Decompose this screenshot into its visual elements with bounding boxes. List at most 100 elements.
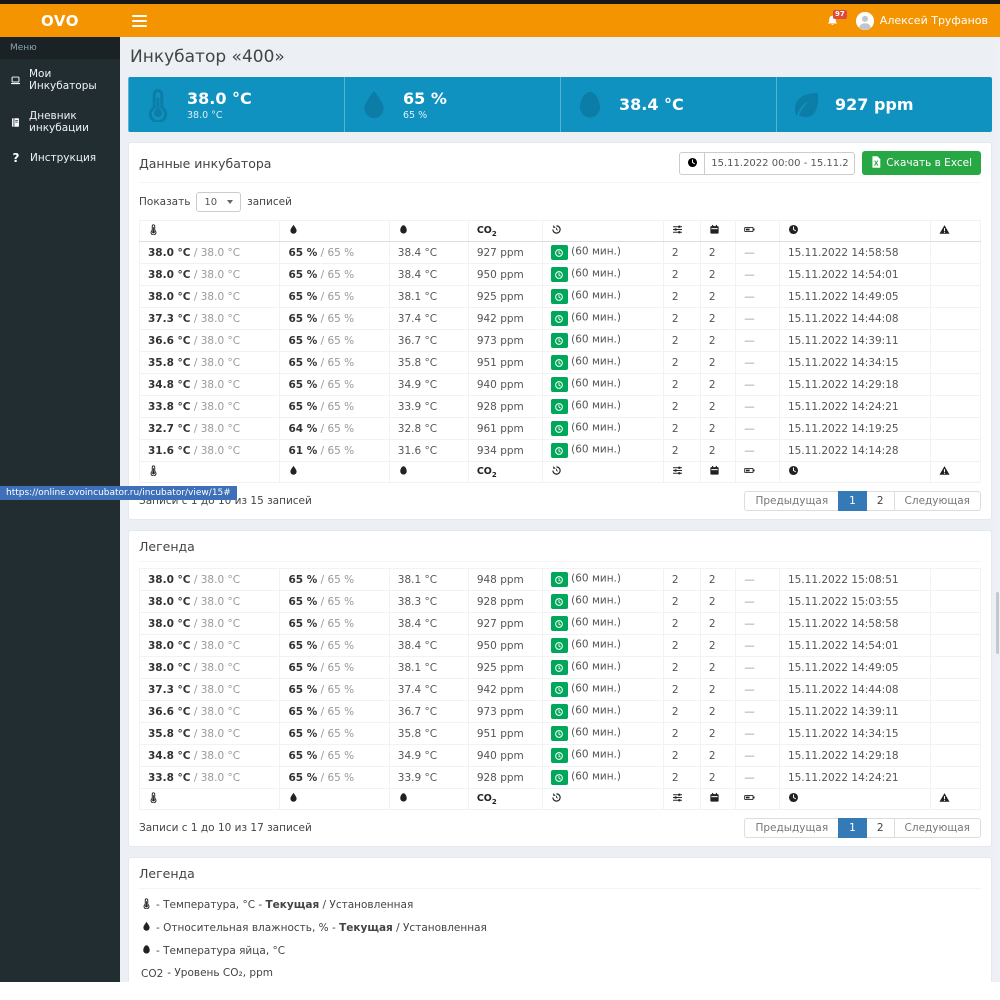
pagination-prev-button[interactable]: Предыдущая [744, 818, 839, 838]
cell-temperature: 33.8 °C / 38.0 °C [140, 767, 280, 789]
table-row: 34.8 °C / 38.0 °C 65 % / 65 % 34.9 °C 94… [140, 374, 981, 396]
calendar-icon [709, 792, 720, 803]
turn-on-badge [551, 616, 568, 631]
cell-battery: — [736, 569, 780, 591]
cell-humidity: 61 % / 65 % [280, 440, 389, 462]
pagination-page-1[interactable]: 1 [838, 491, 867, 511]
cell-datetime: 15.11.2022 14:39:11 [779, 701, 930, 723]
page-title: Инкубатор «400» [130, 47, 992, 67]
cell-datetime: 15.11.2022 14:34:15 [779, 352, 930, 374]
humidity-icon [288, 465, 299, 476]
cell-battery: — [736, 352, 780, 374]
top-navbar: OVO 97 Алексей Труфанов [0, 4, 1000, 37]
turn-on-badge [551, 289, 568, 304]
cell-errors [931, 396, 981, 418]
turn-on-badge [551, 333, 568, 348]
cell-egg-temperature: 38.1 °C [389, 569, 468, 591]
cell-errors [931, 418, 981, 440]
cell-errors [931, 701, 981, 723]
cell-program: 2 [663, 396, 700, 418]
cell-egg-temperature: 38.4 °C [389, 242, 468, 264]
download-excel-button[interactable]: Скачать в Excel [862, 151, 981, 175]
clock-icon [788, 792, 799, 803]
pagination-prev-button[interactable]: Предыдущая [744, 491, 839, 511]
cell-battery: — [736, 308, 780, 330]
cell-battery: — [736, 723, 780, 745]
humidity-icon [288, 792, 299, 803]
cell-datetime: 15.11.2022 15:03:55 [779, 591, 930, 613]
cell-incubation-day: 2 [700, 286, 735, 308]
pagination-page-2[interactable]: 2 [866, 818, 895, 838]
cell-egg-temperature: 35.8 °C [389, 352, 468, 374]
avatar [856, 12, 874, 30]
cell-datetime: 15.11.2022 14:54:01 [779, 264, 930, 286]
cell-auto-turn: (60 мин.) [542, 635, 663, 657]
cell-incubation-day: 2 [700, 635, 735, 657]
sidebar-item[interactable]: ? Инструкция [0, 143, 120, 173]
thermometer-icon [141, 88, 175, 122]
turn-on-badge [551, 726, 568, 741]
thermometer-icon [148, 792, 159, 803]
cell-egg-temperature: 36.7 °C [389, 701, 468, 723]
table-row: 34.8 °C / 38.0 °C 65 % / 65 % 34.9 °C 94… [140, 745, 981, 767]
calendar-icon [709, 465, 720, 476]
pagination-page-2[interactable]: 2 [866, 491, 895, 511]
cell-humidity: 65 % / 65 % [280, 591, 389, 613]
cell-incubation-day: 2 [700, 569, 735, 591]
table-row: 36.6 °C / 38.0 °C 65 % / 65 % 36.7 °C 97… [140, 330, 981, 352]
page-length-select[interactable]: 10 [196, 192, 241, 212]
sidebar-item[interactable]: Мои Инкубаторы [0, 59, 120, 101]
rotation-icon [551, 224, 562, 235]
cell-errors [931, 374, 981, 396]
cell-co2: 928 ppm [468, 767, 542, 789]
stat-subvalue: 38.0 °C [187, 110, 252, 121]
cell-battery: — [736, 242, 780, 264]
turn-on-badge [551, 399, 568, 414]
cell-co2: 950 ppm [468, 264, 542, 286]
program-icon [672, 792, 683, 803]
cell-program: 2 [663, 418, 700, 440]
cell-program: 2 [663, 591, 700, 613]
table-footer-row: CO2 [140, 789, 981, 810]
date-range-button[interactable] [679, 152, 705, 175]
battery-icon [744, 792, 755, 803]
cell-humidity: 65 % / 65 % [280, 374, 389, 396]
date-range-input[interactable] [705, 152, 855, 175]
cell-incubation-day: 2 [700, 767, 735, 789]
sidebar-toggle-button[interactable] [132, 15, 147, 27]
stat-card: 38.4 °C [560, 77, 776, 132]
cell-humidity: 65 % / 65 % [280, 745, 389, 767]
cell-auto-turn: (60 мин.) [542, 701, 663, 723]
pagination-page-1[interactable]: 1 [838, 818, 867, 838]
cell-temperature: 36.6 °C / 38.0 °C [140, 330, 280, 352]
co2-label: CO2 [477, 793, 497, 806]
cell-errors [931, 591, 981, 613]
stat-card: 927 ppm [776, 77, 992, 132]
pagination-next-button[interactable]: Следующая [894, 491, 981, 511]
cell-auto-turn: (60 мин.) [542, 330, 663, 352]
sidebar-menu-label: Меню [0, 37, 120, 59]
cell-temperature: 32.7 °C / 38.0 °C [140, 418, 280, 440]
turn-on-badge [551, 311, 568, 326]
rotation-icon [551, 792, 562, 803]
cell-egg-temperature: 36.7 °C [389, 330, 468, 352]
cell-battery: — [736, 286, 780, 308]
notifications-button[interactable]: 97 [826, 13, 840, 29]
cell-program: 2 [663, 264, 700, 286]
cell-co2: 934 ppm [468, 440, 542, 462]
cell-datetime: 15.11.2022 14:39:11 [779, 330, 930, 352]
sidebar-item[interactable]: Дневник инкубации [0, 101, 120, 143]
thermometer-icon [148, 465, 159, 476]
pagination-next-button[interactable]: Следующая [894, 818, 981, 838]
cell-datetime: 15.11.2022 15:08:51 [779, 569, 930, 591]
cell-program: 2 [663, 352, 700, 374]
cell-battery: — [736, 657, 780, 679]
user-menu[interactable]: Алексей Труфанов [856, 12, 988, 30]
table-row: 37.3 °C / 38.0 °C 65 % / 65 % 37.4 °C 94… [140, 679, 981, 701]
cell-auto-turn: (60 мин.) [542, 657, 663, 679]
app-logo[interactable]: OVO [0, 4, 120, 37]
scrollbar-thumb[interactable] [996, 592, 999, 654]
stat-subvalue: 65 % [403, 110, 447, 121]
warning-icon [939, 792, 950, 803]
cell-incubation-day: 2 [700, 613, 735, 635]
